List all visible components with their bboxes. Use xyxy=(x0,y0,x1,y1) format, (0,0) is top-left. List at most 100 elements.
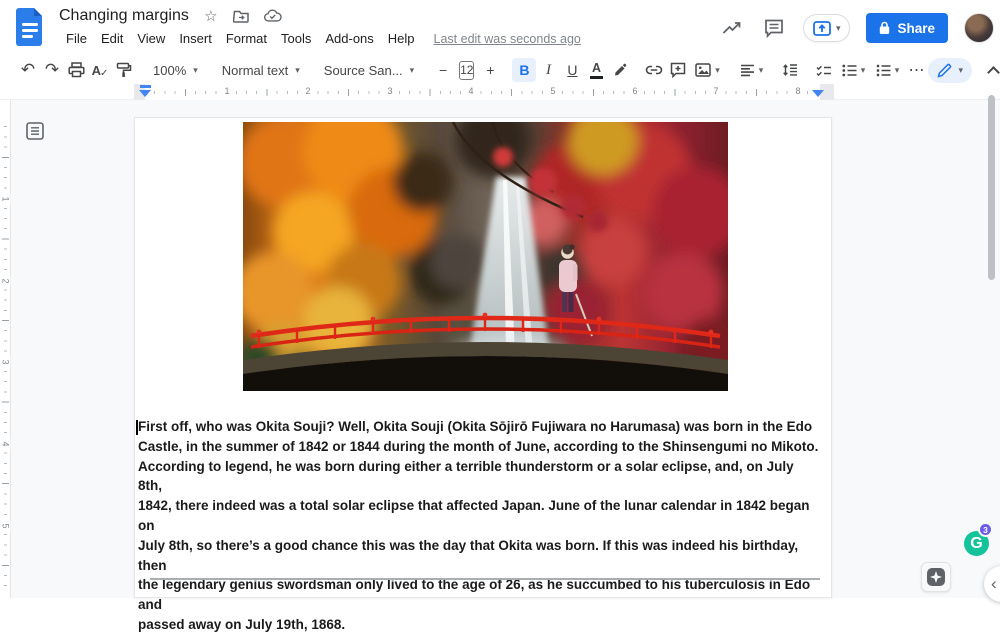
numbered-list-caret-icon: ▾ xyxy=(895,66,900,75)
bulleted-list-button[interactable]: ▾ xyxy=(836,58,870,82)
chevron-up-icon xyxy=(988,66,1000,79)
account-avatar[interactable] xyxy=(964,13,994,43)
collapse-toolbar-button[interactable] xyxy=(982,58,1000,82)
line-spacing-button[interactable] xyxy=(778,58,802,82)
print-button[interactable] xyxy=(64,58,88,82)
horizontal-ruler[interactable]: 1 2 3 4 5 6 7 8 xyxy=(0,84,1000,100)
underline-button[interactable]: U xyxy=(560,58,584,82)
numbered-list-button[interactable]: ▾ xyxy=(870,58,904,82)
vertical-ruler[interactable]: 1 2 3 4 5 xyxy=(0,100,11,598)
insert-image-button[interactable]: ▾ xyxy=(690,58,724,82)
vertical-ruler-number: 5 xyxy=(1,521,11,532)
vertical-ruler-number: 4 xyxy=(1,439,11,450)
explore-icon xyxy=(927,568,945,586)
top-right-actions: ▾ Share xyxy=(719,8,994,48)
star-icon[interactable]: ☆ xyxy=(202,7,220,25)
ruler-number: 5 xyxy=(547,86,558,97)
vertical-ruler-number: 3 xyxy=(1,357,11,368)
ruler-number: 8 xyxy=(792,86,803,97)
bold-button[interactable]: B xyxy=(512,58,536,82)
google-docs-logo-icon[interactable] xyxy=(15,7,45,47)
ruler-number: 1 xyxy=(221,86,232,97)
chevron-left-icon: ‹ xyxy=(991,574,997,594)
text-line: July 8th, so there’s a good chance this … xyxy=(138,536,821,576)
align-button[interactable]: ▾ xyxy=(734,58,768,82)
editing-mode-caret-icon: ▾ xyxy=(958,66,963,75)
right-indent-marker[interactable] xyxy=(812,90,824,97)
align-caret-icon: ▾ xyxy=(759,66,764,75)
image-caret-icon: ▾ xyxy=(715,66,720,75)
document-stats-icon[interactable] xyxy=(719,15,745,41)
grammarly-badge: 3 xyxy=(978,522,993,537)
menu-edit[interactable]: Edit xyxy=(94,28,130,49)
top-bar: Changing margins ☆ File Edit View Insert… xyxy=(0,0,1000,56)
menu-help[interactable]: Help xyxy=(381,28,422,49)
comment-history-icon[interactable] xyxy=(761,15,787,41)
text-line: 1842, there indeed was a total solar ecl… xyxy=(138,496,821,536)
add-comment-button[interactable] xyxy=(666,58,690,82)
format-toolbar: ↶ ↷ A✓ 100%▾ Normal text▾ Source San...▾… xyxy=(0,56,1000,84)
lock-icon xyxy=(879,21,890,35)
menu-bar: File Edit View Insert Format Tools Add-o… xyxy=(59,28,581,49)
cloud-saved-icon[interactable] xyxy=(264,7,282,25)
text-line: First off, who was Okita Souji? Well, Ok… xyxy=(138,417,821,437)
document-page[interactable]: First off, who was Okita Souji? Well, Ok… xyxy=(134,117,832,598)
italic-button[interactable]: I xyxy=(536,58,560,82)
ruler-number: 3 xyxy=(384,86,395,97)
ruler-number: 2 xyxy=(302,86,313,97)
share-button[interactable]: Share xyxy=(866,13,948,43)
zoom-select[interactable]: 100%▾ xyxy=(146,58,205,82)
highlight-color-button[interactable] xyxy=(608,58,632,82)
redo-button[interactable]: ↷ xyxy=(40,58,64,82)
zoom-caret-icon: ▾ xyxy=(193,66,198,75)
text-line: passed away on July 19th, 1868. xyxy=(138,615,821,635)
menu-tools[interactable]: Tools xyxy=(274,28,318,49)
spell-check-button[interactable]: A✓ xyxy=(88,58,112,82)
font-size-input[interactable]: 12 xyxy=(459,61,474,80)
paint-format-button[interactable] xyxy=(112,58,136,82)
decrease-font-size-button[interactable]: − xyxy=(431,58,455,82)
menu-addons[interactable]: Add-ons xyxy=(318,28,380,49)
editing-mode-button[interactable]: ▾ xyxy=(928,58,972,83)
text-line: the legendary genius swordsman only live… xyxy=(138,575,821,615)
text-style-select[interactable]: Normal text▾ xyxy=(215,58,307,82)
last-edit-status[interactable]: Last edit was seconds ago xyxy=(434,32,581,46)
left-indent-marker[interactable] xyxy=(139,90,151,97)
first-line-indent-marker[interactable] xyxy=(140,85,151,88)
text-line: Castle, in the summer of 1842 or 1844 du… xyxy=(138,437,821,457)
menu-insert[interactable]: Insert xyxy=(172,28,219,49)
pencil-icon xyxy=(937,63,952,78)
vertical-ruler-number: 1 xyxy=(1,194,11,205)
present-caret-icon: ▾ xyxy=(836,24,841,33)
ruler-number: 6 xyxy=(629,86,640,97)
bulleted-list-caret-icon: ▾ xyxy=(861,66,866,75)
body-text[interactable]: First off, who was Okita Souji? Well, Ok… xyxy=(138,417,821,635)
menu-view[interactable]: View xyxy=(130,28,172,49)
show-document-outline-button[interactable] xyxy=(25,121,45,141)
font-select[interactable]: Source San...▾ xyxy=(317,58,421,82)
insert-link-button[interactable] xyxy=(642,58,666,82)
text-color-button[interactable]: A xyxy=(584,58,608,82)
more-options-button[interactable]: ⋯ xyxy=(904,58,928,82)
menu-file[interactable]: File xyxy=(59,28,94,49)
document-title[interactable]: Changing margins xyxy=(59,7,189,25)
vertical-scrollbar[interactable] xyxy=(988,95,995,280)
checklist-button[interactable] xyxy=(812,58,836,82)
title-area: Changing margins ☆ File Edit View Insert… xyxy=(59,5,581,49)
present-icon xyxy=(813,21,831,36)
menu-format[interactable]: Format xyxy=(219,28,274,49)
inline-image-autumn-bridge[interactable] xyxy=(243,122,728,391)
move-to-folder-icon[interactable] xyxy=(233,7,251,25)
vertical-ruler-number: 2 xyxy=(1,276,11,287)
explore-button[interactable] xyxy=(921,562,951,592)
share-label: Share xyxy=(897,21,935,36)
ruler-number: 7 xyxy=(710,86,721,97)
style-caret-icon: ▾ xyxy=(295,66,300,75)
ruler-number: 4 xyxy=(465,86,476,97)
present-button[interactable]: ▾ xyxy=(803,14,851,42)
undo-button[interactable]: ↶ xyxy=(16,58,40,82)
vertical-ruler-half-ticks xyxy=(2,117,9,587)
horizontal-rule xyxy=(150,578,820,580)
text-line: According to legend, he was born during … xyxy=(138,457,821,497)
increase-font-size-button[interactable]: + xyxy=(478,58,502,82)
